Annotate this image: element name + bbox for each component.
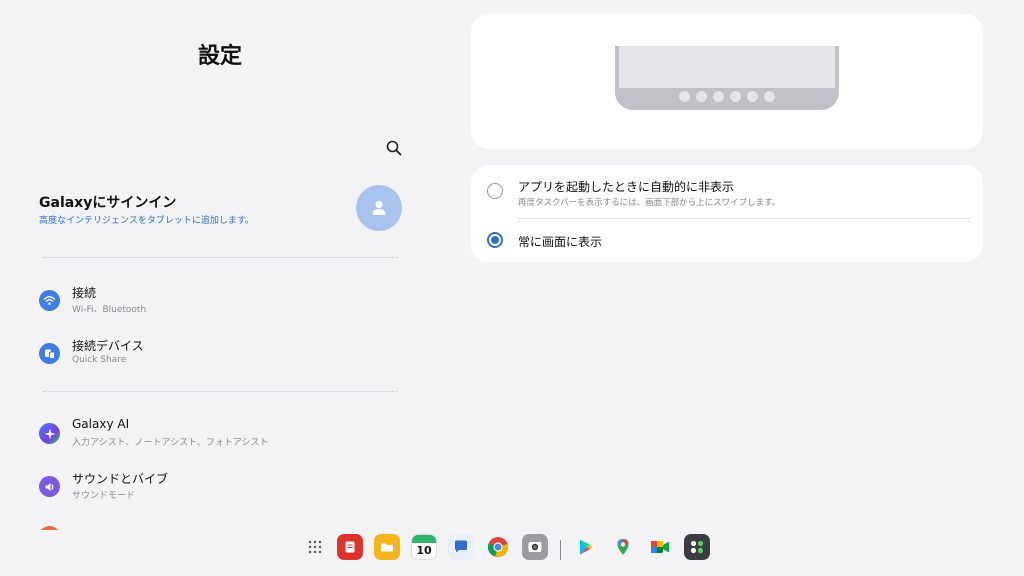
devices-icon xyxy=(39,343,60,364)
sign-in-title: Galaxyにサインイン xyxy=(39,195,177,211)
app-drawer-icon xyxy=(308,540,322,554)
option-auto-hide-label: アプリを起動したときに自動的に非表示 xyxy=(518,180,735,194)
galaxy-sign-in[interactable]: Galaxyにサインイン 高度なインテリジェンスをタブレットに追加します。 xyxy=(39,182,404,232)
option-always-show-label: 常に画面に表示 xyxy=(518,235,603,249)
taskbar-options-card: アプリを起動したときに自動的に非表示 再度タスクバーを表示するには、画面下部から… xyxy=(471,165,983,262)
app-drawer-button[interactable] xyxy=(302,534,328,560)
play-store-icon[interactable] xyxy=(573,534,599,560)
search-button[interactable] xyxy=(384,138,404,158)
search-icon xyxy=(386,140,402,156)
option-auto-hide-description: 再度タスクバーを表示するには、画面下部から上にスワイプします。 xyxy=(518,198,781,208)
chrome-icon[interactable] xyxy=(485,534,511,560)
sign-in-subtitle: 高度なインテリジェンスをタブレットに追加します。 xyxy=(39,216,254,226)
menu-item-subtitle: サウンドモード xyxy=(72,491,136,501)
preview-taskbar-dots xyxy=(615,91,839,102)
option-auto-hide[interactable]: アプリを起動したときに自動的に非表示 再度タスクバーを表示するには、画面下部から… xyxy=(487,178,971,218)
maps-icon[interactable] xyxy=(610,534,636,560)
wifi-icon xyxy=(39,290,60,311)
menu-item-sound[interactable]: サウンドとバイブ サウンドモード xyxy=(39,468,399,508)
volume-icon xyxy=(39,476,60,497)
calendar-day: 10 xyxy=(416,543,432,557)
my-files-icon[interactable] xyxy=(374,534,400,560)
taskbar-divider xyxy=(560,540,561,560)
tablet-preview-illustration xyxy=(615,46,839,110)
radio-auto-hide[interactable] xyxy=(487,183,503,199)
menu-item-title: Galaxy AI xyxy=(72,417,130,431)
menu-item-subtitle: Wi-Fi、Bluetooth xyxy=(72,305,147,315)
taskbar: 10 xyxy=(300,527,730,567)
menu-item-connections[interactable]: 接続 Wi-Fi、Bluetooth xyxy=(39,282,399,322)
menu-item-galaxy-ai[interactable]: Galaxy AI 入力アシスト、ノートアシスト、フォトアシスト xyxy=(39,415,399,455)
taskbar-preview-card xyxy=(471,14,983,149)
avatar[interactable] xyxy=(356,185,402,231)
messages-icon[interactable] xyxy=(448,534,474,560)
sparkle-icon xyxy=(39,423,60,444)
section-divider xyxy=(43,391,397,392)
camera-icon[interactable] xyxy=(522,534,548,560)
menu-item-title: 接続デバイス xyxy=(72,339,144,353)
options-separator xyxy=(518,218,970,219)
menu-item-title: 接続 xyxy=(72,286,97,300)
option-always-show[interactable]: 常に画面に表示 xyxy=(487,232,971,252)
menu-item-subtitle: Quick Share xyxy=(72,355,127,365)
menu-item-next-partial[interactable] xyxy=(39,526,60,530)
menu-item-subtitle: 入力アシスト、ノートアシスト、フォトアシスト xyxy=(72,438,269,448)
meet-icon[interactable] xyxy=(647,534,673,560)
page-title: 設定 xyxy=(197,44,242,69)
section-divider xyxy=(43,257,397,258)
radio-always-show[interactable] xyxy=(487,232,503,248)
calculator-icon[interactable] xyxy=(684,534,710,560)
notes-app-icon[interactable] xyxy=(337,534,363,560)
settings-list-pane: 設定 Galaxyにサインイン 高度なインテリジェンスをタブレットに追加します。… xyxy=(0,0,430,530)
calendar-icon[interactable]: 10 xyxy=(411,534,437,560)
menu-item-connected-devices[interactable]: 接続デバイス Quick Share xyxy=(39,335,399,375)
person-icon xyxy=(372,200,386,215)
menu-item-title: サウンドとバイブ xyxy=(72,472,169,486)
